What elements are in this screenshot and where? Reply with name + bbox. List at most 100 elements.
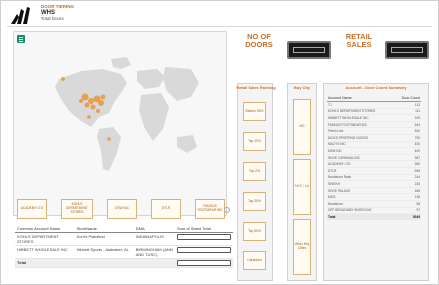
- account-filter-bar: ACADEMY LTD KOHLS DEPARTMENT STORES DSW …: [15, 199, 229, 221]
- store-marker: [96, 109, 100, 113]
- summary-door-count: 400: [414, 148, 420, 153]
- store-marker: [100, 94, 106, 100]
- summary-row[interactable]: MDG 135: [327, 194, 421, 201]
- greenland-landmass: [111, 57, 131, 69]
- summary-total-value: 5049: [412, 215, 420, 220]
- summary-col-account[interactable]: Account Name: [328, 96, 352, 100]
- summary-row[interactable]: Nordstrom Rack 244: [327, 175, 421, 182]
- rank-top-50[interactable]: Top 50%: [243, 222, 266, 241]
- dashboard-page: DOOR TIERING WHS Total Doors ACADEMY LTD…: [0, 0, 439, 285]
- summary-account-name: TJ: [328, 102, 332, 107]
- store-marker: [98, 100, 104, 106]
- buy-city-other[interactable]: Other Key Cities: [293, 219, 311, 275]
- summary-row[interactable]: DICKS SPORTING GOODS 790: [327, 135, 421, 142]
- table-row[interactable]: KOHLS DEPARTMENT STORES Kohl's Plainfiel…: [15, 232, 233, 246]
- kpi-sales-value: [385, 41, 429, 59]
- summary-total-row: Total 5049: [327, 214, 421, 221]
- summary-row[interactable]: FAMOUS FOOTWEAR INC 543: [327, 122, 421, 129]
- summary-door-count: 387: [414, 155, 420, 160]
- summary-row[interactable]: MACYS INC 400: [327, 142, 421, 149]
- filter-more-icon[interactable]: [224, 207, 230, 213]
- summary-account-name: SHOE CARNIVAL INC: [328, 155, 360, 160]
- summary-account-name: Finish Line: [328, 129, 344, 134]
- summary-title: Account - Door Count Summary: [345, 85, 407, 90]
- rank-bottom-50[interactable]: Bottom 50%: [243, 102, 266, 121]
- rank-top-10[interactable]: Top 10%: [243, 132, 266, 151]
- south-america-landmass: [97, 127, 121, 171]
- buy-city-title: Buy City: [293, 85, 311, 90]
- store-marker: [88, 98, 94, 104]
- col-store-header[interactable]: StoreName: [74, 225, 134, 233]
- summary-account-name: Nordstrom Rack: [328, 175, 352, 180]
- summary-row[interactable]: OFF BROADWAY SHOES INC 97: [327, 208, 421, 215]
- summary-total-label: Total: [328, 215, 336, 220]
- summary-row[interactable]: Finish Line 542: [327, 128, 421, 135]
- summary-door-count: 226: [414, 181, 420, 186]
- summary-account-name: DICKS SPORTING GOODS: [328, 135, 368, 140]
- summary-row[interactable]: DSW INC 400: [327, 148, 421, 155]
- summary-door-count: 543: [414, 122, 420, 127]
- store-marker: [81, 93, 89, 101]
- summary-row[interactable]: SHIEKH 226: [327, 181, 421, 188]
- summary-rows: TJ 113 KOHLS DEPARTMENT STORES 111 HIBBETT W…: [327, 102, 421, 215]
- rank-top-2[interactable]: Top 2%: [243, 162, 266, 181]
- summary-door-count: 790: [414, 135, 420, 140]
- filter-kohls[interactable]: KOHLS DEPARTMENT STORES: [61, 199, 93, 219]
- europe-landmass: [137, 69, 165, 89]
- summary-row[interactable]: TJ 113: [327, 102, 421, 109]
- filter-academy[interactable]: ACADEMY LTD: [17, 199, 47, 219]
- summary-door-count: 400: [414, 142, 420, 147]
- summary-header-row: Account Name Door Count: [327, 95, 421, 102]
- summary-account-name: DSW INC: [328, 148, 342, 153]
- summary-row[interactable]: ACADEMY LTD 280: [327, 161, 421, 168]
- menu-icon[interactable]: [17, 35, 25, 43]
- store-map[interactable]: [41, 41, 201, 191]
- asia-landmass: [163, 67, 199, 101]
- filter-famous-footwear[interactable]: FAMOUS FOOTWEAR INC: [195, 199, 225, 219]
- door-count-summary-table: Account Name Door Count TJ 113 KOHLS DEPAR…: [327, 95, 421, 273]
- summary-account-name: DTLR: [328, 168, 337, 173]
- summary-account-name: ACADEMY LTD: [328, 162, 351, 167]
- account-cell: KOHLS DEPARTMENT STORES: [15, 232, 75, 246]
- summary-account-name: Nordstrom: [328, 201, 343, 206]
- store-marker: [79, 99, 83, 103]
- summary-row[interactable]: Nordstrom 98: [327, 201, 421, 208]
- store-marker: [87, 115, 91, 119]
- rank-top-20[interactable]: Top 20%: [243, 192, 266, 211]
- brand-logo: [11, 7, 30, 24]
- col-sum-header[interactable]: Sum of Stand Total: [175, 225, 233, 233]
- dma-cell: BIRMINGHAM (ANN AND TUSC): [133, 245, 175, 259]
- summary-row[interactable]: HIBBETT WHOLESALE INC 109: [327, 115, 421, 122]
- report-measure: Total Doors: [41, 15, 64, 21]
- summary-row[interactable]: KOHLS DEPARTMENT STORES 111: [327, 109, 421, 116]
- ranking-title: Retail Sales Ranking: [236, 85, 276, 90]
- summary-col-count[interactable]: Door Count: [402, 96, 420, 100]
- buy-city-no[interactable]: NO: [293, 99, 311, 155]
- store-marker: [61, 77, 65, 81]
- summary-account-name: MACYS INC: [328, 142, 346, 147]
- summary-row[interactable]: SHOE CARNIVAL INC 387: [327, 155, 421, 162]
- report-header: DOOR TIERING WHS Total Doors: [41, 4, 74, 21]
- summary-account-name: FAMOUS FOOTWEAR INC: [328, 122, 368, 127]
- col-account-header[interactable]: Common Account Name: [15, 225, 75, 233]
- summary-account-name: HIBBETT WHOLESALE INC: [328, 115, 369, 120]
- summary-row[interactable]: SHOE PALACE 185: [327, 188, 421, 195]
- summary-door-count: 135: [414, 195, 420, 200]
- summary-account-name: OFF BROADWAY SHOES INC: [328, 208, 372, 213]
- filter-dsw[interactable]: DSW INC: [107, 199, 137, 219]
- kpi-sales-label: RETAIL SALES: [345, 32, 373, 49]
- sum-bar: [177, 247, 231, 253]
- table-row[interactable]: HIBBETT WHOLESALE INC Hibbett Sports - A…: [15, 245, 233, 259]
- summary-row[interactable]: DTLR 256: [327, 168, 421, 175]
- col-dma-header[interactable]: DMA: [133, 225, 175, 233]
- sum-cell: [175, 245, 233, 259]
- dma-cell: INDIANAPOLIS: [133, 232, 175, 246]
- buy-city-nyc-la[interactable]: NYC / LA: [293, 159, 311, 215]
- summary-door-count: 185: [414, 188, 420, 193]
- store-marker: [107, 137, 111, 141]
- account-cell: HIBBETT WHOLESALE INC: [15, 245, 75, 259]
- summary-door-count: 97: [416, 208, 420, 213]
- filter-dtlr[interactable]: DTLR: [151, 199, 181, 219]
- summary-account-name: KOHLS DEPARTMENT STORES: [328, 109, 376, 114]
- rank-unranked[interactable]: Unranked: [243, 251, 266, 270]
